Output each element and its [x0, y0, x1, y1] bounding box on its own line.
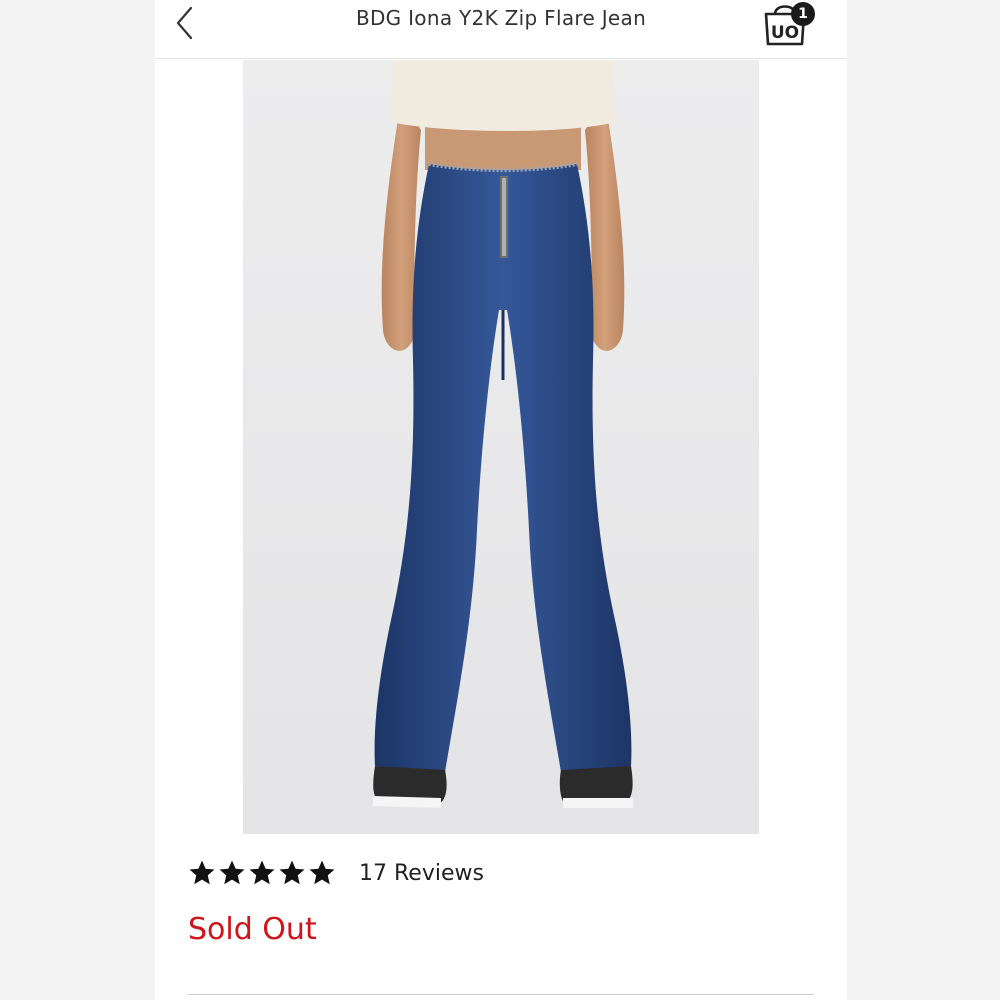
star-icon — [309, 860, 335, 885]
reviews-link[interactable]: 17 Reviews — [359, 861, 484, 886]
product-rating[interactable]: 17 Reviews — [187, 856, 484, 890]
product-page: BDG Iona Y2K Zip Flare Jean UO 1 17 Revi… — [155, 0, 847, 1000]
star-icon — [189, 860, 215, 885]
page-title: BDG Iona Y2K Zip Flare Jean — [355, 6, 647, 30]
back-button[interactable] — [163, 2, 203, 42]
product-photo[interactable] — [243, 60, 759, 834]
bag-logo-text: UO — [771, 23, 799, 43]
jeans-photo-illustration — [243, 60, 759, 834]
left-background — [0, 0, 155, 1000]
star-icon — [279, 860, 305, 885]
top-nav-bar: BDG Iona Y2K Zip Flare Jean UO 1 — [155, 0, 847, 59]
chevron-left-icon — [176, 6, 193, 40]
stock-status: Sold Out — [188, 912, 317, 947]
right-background — [847, 0, 1000, 1000]
star-icon — [249, 860, 275, 885]
bag-count-badge: 1 — [791, 2, 815, 26]
star-icon — [219, 860, 245, 885]
divider — [188, 994, 814, 995]
star-rating — [187, 858, 337, 888]
